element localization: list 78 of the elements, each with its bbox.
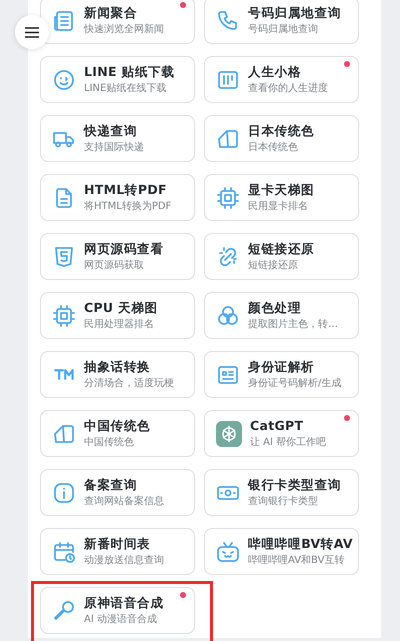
chip-icon [216,186,240,210]
tool-description: 中国传统色 [84,436,135,450]
tool-title: 中国传统色 [84,418,150,434]
tool-card[interactable]: 网页源码查看 网页源码获取 [40,233,195,280]
tool-card[interactable]: LINE 贴纸下载 LINE贴纸在线下载 [40,56,195,103]
knot-logo-icon [216,420,242,446]
tool-description: 身份证号码解析/生成 [248,376,342,390]
tool-title: 快递查询 [84,122,138,138]
tool-description: 让 AI 帮你工作吧 [250,436,326,450]
tool-title: 网页源码查看 [84,240,164,256]
tool-card[interactable]: 备案查询 查询网站备案信息 [40,469,195,516]
tool-title: 颜色处理 [248,300,302,316]
tool-card[interactable]: 显卡天梯图 民用显卡排名 [204,174,359,221]
tool-title: 备案查询 [84,476,138,492]
info-icon [52,480,76,504]
tool-description: 提取图片主色，转… [248,318,338,332]
tool-title: 哔哩哔哩BV转AV [248,536,353,552]
tool-card[interactable]: 快递查询 支持国际快递 [40,115,195,162]
tool-card[interactable]: 日本传统色 日本传统色 [204,115,359,162]
broken-link-icon [216,244,240,268]
html5-icon [52,244,76,268]
tool-card[interactable]: 新闻聚合 快速浏览全网新闻 [40,0,195,44]
calendar-clock-icon [52,540,76,564]
tool-card[interactable]: CatGPT 让 AI 帮你工作吧 [204,410,359,457]
tool-description: 民用处理器排名 [84,318,155,332]
smiley-icon [52,68,76,92]
tool-title: HTML转PDF [84,182,168,198]
tool-card[interactable]: 人生小格 查看你的人生进度 [204,56,359,103]
tool-card[interactable]: 哔哩哔哩BV转AV 哔哩哔哩AV和BV互转 [204,528,359,575]
tv-face-icon [216,540,240,564]
tool-title: CPU 天梯图 [84,300,158,316]
tool-description: 查询网站备案信息 [84,494,164,508]
tool-description: 号码归属地查询 [248,22,319,36]
tool-title: 显卡天梯图 [248,182,314,198]
tool-title: 号码归属地查询 [248,4,342,20]
tool-description: 支持国际快递 [84,140,144,154]
tool-description: 民用显卡排名 [248,200,309,214]
tool-card[interactable]: 颜色处理 提取图片主色，转… [204,292,359,339]
tool-description: LINE贴纸在线下载 [84,82,168,96]
tool-card[interactable]: 原神语音合成 AI 动漫语音合成 [40,587,195,634]
tool-title: 抽象话转换 [84,358,152,374]
tool-description: 日本传统色 [248,140,299,154]
news-icon [52,8,76,32]
menu-button[interactable] [15,15,49,49]
tool-card[interactable]: HTML转PDF 将HTML转换为PDF [40,174,195,221]
tool-card[interactable]: 号码归属地查询 号码归属地查询 [204,0,359,44]
tool-description: 哔哩哔哩AV和BV互转 [248,554,346,568]
tool-description: AI 动漫语音合成 [84,612,158,626]
tool-description: 查询银行卡类型 [248,494,319,508]
tool-card[interactable]: 身份证解析 身份证号码解析/生成 [204,351,359,398]
tool-description: 网页源码获取 [84,258,145,272]
circles-icon [216,304,240,328]
tool-description: 分清场合，适度玩梗 [84,376,174,390]
phone-icon [216,8,240,32]
menu-icon [25,26,39,38]
tool-card[interactable]: CPU 天梯图 民用处理器排名 [40,292,195,339]
tool-title: 身份证解析 [248,358,316,374]
tool-card[interactable]: 新番时间表 动漫放送信息查询 [40,528,195,575]
tool-card[interactable]: 抽象话转换 分清场合，适度玩梗 [40,351,195,398]
tool-title: 新番时间表 [84,536,152,552]
tool-title: 短链接还原 [248,240,314,256]
tool-title: 人生小格 [248,64,302,80]
tool-title: 新闻聚合 [84,4,138,20]
trademark-icon [54,369,74,380]
tool-title: 银行卡类型查询 [248,476,342,492]
tool-title: CatGPT [250,418,304,434]
tool-card[interactable]: 中国传统色 中国传统色 [40,410,195,457]
tool-card[interactable]: 银行卡类型查询 查询银行卡类型 [204,469,359,516]
tool-description: 快速浏览全网新闻 [84,22,164,36]
chip-icon [52,304,76,328]
tool-description: 动漫放送信息查询 [84,554,164,568]
tool-description: 将HTML转换为PDF [84,200,172,214]
tool-card[interactable]: 短链接还原 短链接还原 [204,233,359,280]
tool-title: 日本传统色 [248,122,314,138]
tool-title: 原神语音合成 [84,594,164,610]
tool-title: LINE 贴纸下载 [84,64,175,80]
tool-description: 短链接还原 [248,258,299,272]
tool-description: 查看你的人生进度 [248,82,328,96]
